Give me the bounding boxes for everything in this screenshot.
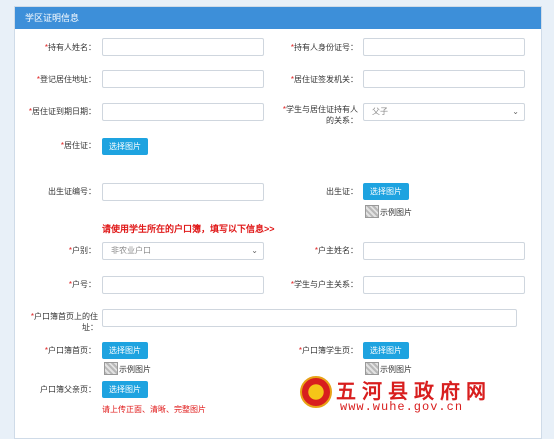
birth-cert-no-input[interactable]	[102, 183, 264, 201]
head-relation-label: *学生与户主关系：	[290, 280, 358, 289]
hukou-address-input[interactable]	[102, 309, 517, 327]
hukou-first-page-sample-link[interactable]: 示例图片	[119, 364, 151, 375]
holder-name-input[interactable]	[102, 38, 264, 56]
hukou-notice: 请使用学生所在的户口簿，填写以下信息>>	[102, 224, 275, 234]
household-type-select[interactable]: 非农业户口 ⌄	[102, 242, 264, 260]
hukou-student-page-label: *户口簿学生页：	[298, 346, 358, 355]
holder-name-label: *持有人姓名：	[44, 43, 96, 52]
national-emblem-icon	[300, 376, 332, 408]
expiry-date-input[interactable]	[102, 103, 264, 121]
birth-cert-no-label: 出生证编号：	[48, 187, 96, 196]
chevron-down-icon: ⌄	[512, 107, 519, 116]
residence-permit-upload-button[interactable]: 选择图片	[102, 138, 148, 155]
issuing-office-input[interactable]	[363, 70, 525, 88]
holder-id-input[interactable]	[363, 38, 525, 56]
residence-permit-label: *居住证：	[60, 141, 96, 150]
upload-tip: 请上传正面、清晰、完整图片	[102, 405, 206, 414]
birth-cert-upload-button[interactable]: 选择图片	[363, 183, 409, 200]
hukou-first-page-label: *户口簿首页：	[44, 346, 96, 355]
reg-address-label: *登记居住地址：	[36, 75, 96, 84]
watermark-url: www.wuhe.gov.cn	[340, 400, 464, 414]
household-no-label: *户号：	[68, 280, 96, 289]
sample-image-thumbnail[interactable]	[104, 362, 118, 375]
expiry-date-label: *居住证到期日期：	[28, 107, 96, 116]
relation-label: *学生与居住证持有人 的关系：	[282, 105, 358, 125]
household-type-label: *户别：	[68, 246, 96, 255]
head-name-label: *户主姓名：	[314, 246, 358, 255]
issuing-office-label: *居住证签发机关：	[290, 75, 358, 84]
sample-image-thumbnail[interactable]	[365, 205, 379, 218]
relation-select[interactable]: 父子 ⌄	[363, 103, 525, 121]
head-relation-input[interactable]	[363, 276, 525, 294]
hukou-parent-page-label: 户口簿父亲页：	[40, 385, 96, 394]
hukou-first-page-upload-button[interactable]: 选择图片	[102, 342, 148, 359]
reg-address-input[interactable]	[102, 70, 264, 88]
hukou-student-page-upload-button[interactable]: 选择图片	[363, 342, 409, 359]
sample-image-thumbnail[interactable]	[365, 362, 379, 375]
head-name-input[interactable]	[363, 242, 525, 260]
chevron-down-icon: ⌄	[251, 246, 258, 255]
hukou-parent-page-upload-button[interactable]: 选择图片	[102, 381, 148, 398]
holder-id-label: *持有人身份证号：	[290, 43, 358, 52]
birth-cert-sample-link[interactable]: 示例图片	[380, 207, 412, 218]
household-no-input[interactable]	[102, 276, 264, 294]
panel-header: 学区证明信息	[15, 7, 541, 29]
hukou-address-label: *户口簿首页上的住 址：	[30, 312, 98, 332]
hukou-student-page-sample-link[interactable]: 示例图片	[380, 364, 412, 375]
birth-cert-label: 出生证：	[326, 187, 358, 196]
